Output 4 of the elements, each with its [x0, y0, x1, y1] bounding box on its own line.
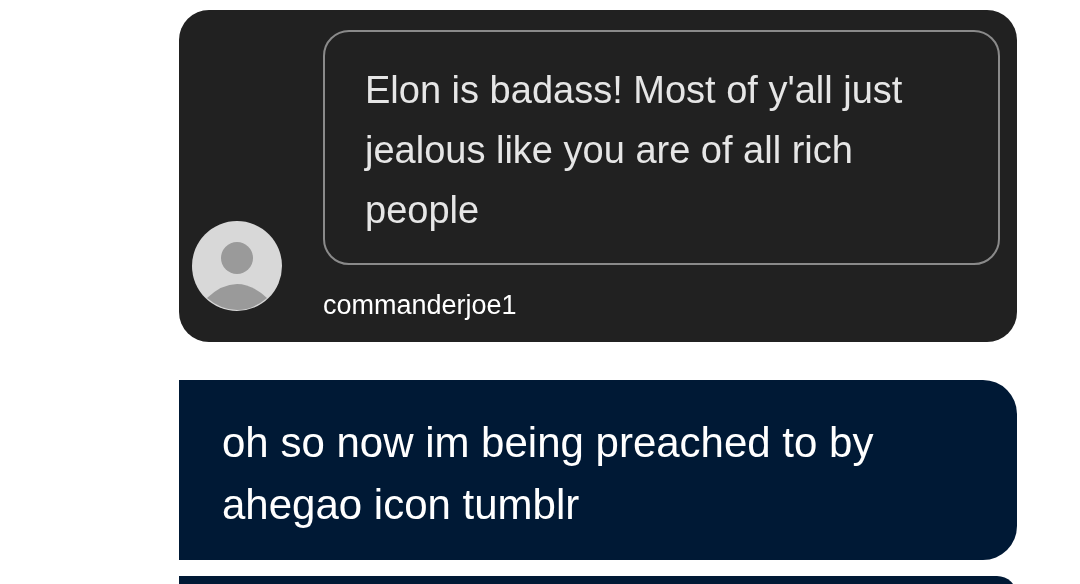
reply-text: Elon is badass! Most of y'all just jealous like you are of all rich people: [365, 68, 904, 233]
avatar-icon[interactable]: [191, 220, 283, 312]
answer-text: oh so now im being preached to by ahegao icon tumblr: [222, 418, 875, 530]
username-link[interactable]: commanderjoe1: [323, 285, 517, 326]
